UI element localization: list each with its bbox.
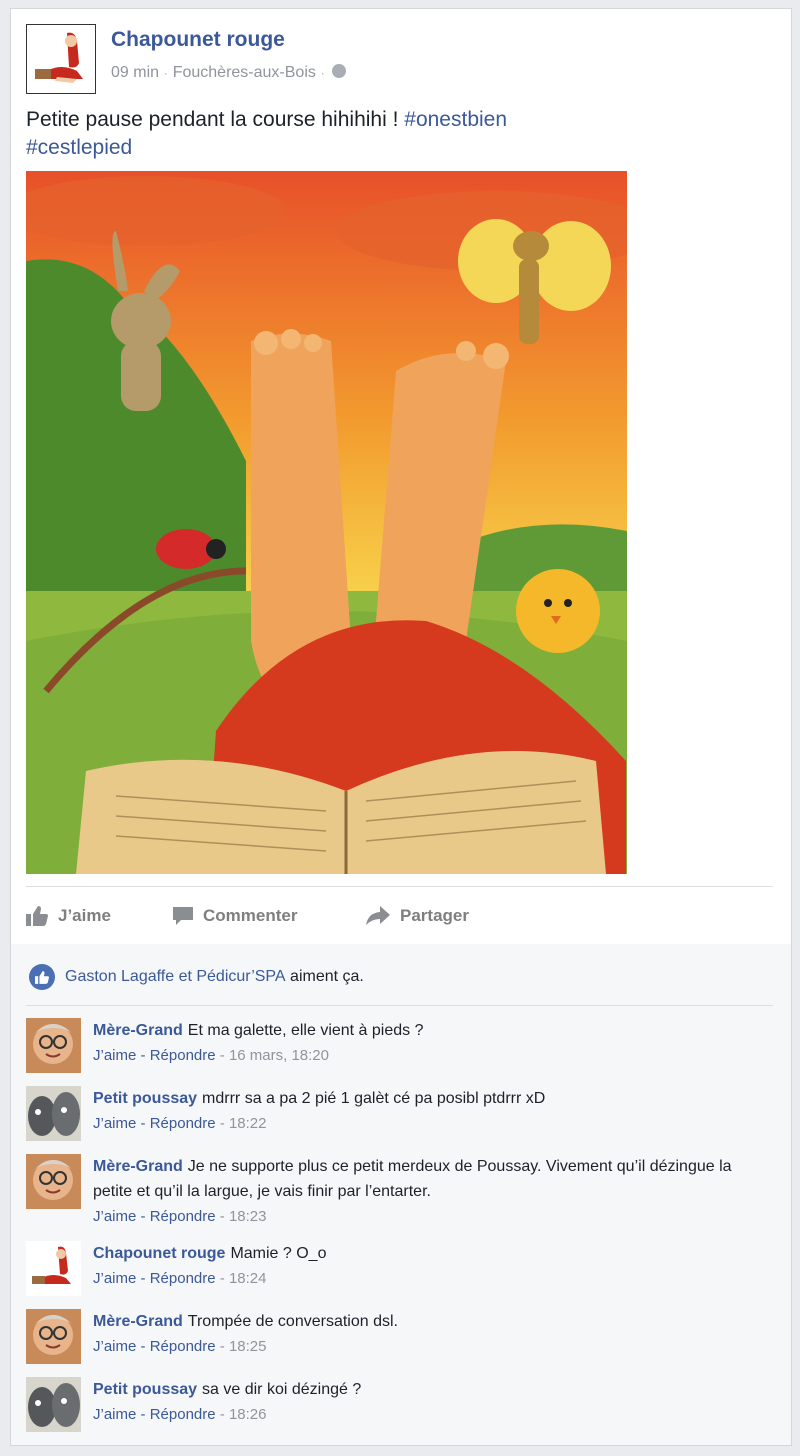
like-button[interactable]: J’aime: [26, 901, 111, 931]
like-badge-icon: [29, 964, 55, 990]
comment-author[interactable]: Mère-Grand: [93, 1158, 183, 1175]
post-footer: Gaston Lagaffe et Pédicur’SPA aiment ça.…: [11, 944, 791, 1445]
comment-reply-link[interactable]: Répondre: [150, 1208, 216, 1225]
separator: -: [136, 1208, 150, 1225]
comment-like-link[interactable]: J’aime: [93, 1338, 136, 1355]
comment-text-line: Chapounet rouge Mamie ? O_o: [93, 1241, 763, 1266]
comment-meta: J’aime - Répondre - 18:22: [93, 1114, 763, 1134]
hashtag-cestlepied[interactable]: #cestlepied: [26, 136, 132, 159]
comment-meta: J’aime - Répondre - 18:25: [93, 1337, 763, 1357]
comment-author[interactable]: Petit poussay: [93, 1090, 197, 1107]
comment-like-link[interactable]: J’aime: [93, 1406, 136, 1423]
comment-text: Et ma galette, elle vient à pieds ?: [187, 1022, 424, 1039]
separator: -: [136, 1115, 150, 1132]
comment-icon: [173, 907, 193, 925]
comment-meta: J’aime - Répondre - 18:26: [93, 1405, 763, 1425]
post-actions: J’aime Commenter Partager: [26, 901, 773, 931]
comment-text: mdrrr sa a pa 2 pié 1 galèt cé pa posibl…: [202, 1090, 546, 1107]
post-time[interactable]: 09 min: [111, 64, 159, 81]
separator: -: [215, 1270, 229, 1287]
comment-avatar[interactable]: [26, 1154, 81, 1209]
comment-text-line: Petit poussay sa ve dir koi dézingé ?: [93, 1377, 763, 1402]
comment-time[interactable]: 18:24: [229, 1270, 267, 1287]
comment-meta: J’aime - Répondre - 16 mars, 18:20: [93, 1046, 763, 1066]
likes-summary: Gaston Lagaffe et Pédicur’SPA aiment ça.: [29, 963, 364, 991]
comment-author[interactable]: Chapounet rouge: [93, 1245, 225, 1262]
comment-body: Mère-Grand Je ne supporte plus ce petit m…: [93, 1154, 763, 1227]
separator: -: [215, 1208, 229, 1225]
post-location[interactable]: Fouchères-aux-Bois: [173, 64, 316, 81]
comment-text: Mamie ? O_o: [230, 1245, 327, 1262]
share-button[interactable]: Partager: [366, 901, 469, 931]
comment-like-link[interactable]: J’aime: [93, 1208, 136, 1225]
comment-avatar[interactable]: [26, 1018, 81, 1073]
comment-author[interactable]: Petit poussay: [93, 1381, 197, 1398]
comment-author[interactable]: Mère-Grand: [93, 1022, 183, 1039]
comment-meta: J’aime - Répondre - 18:23: [93, 1207, 763, 1227]
comment-text-line: Mère-Grand Je ne supporte plus ce petit m…: [93, 1154, 763, 1204]
separator: -: [215, 1047, 229, 1064]
comment-time[interactable]: 16 mars, 18:20: [229, 1047, 329, 1064]
post-meta: 09 min · Fouchères-aux-Bois ·: [111, 64, 346, 82]
comment-time[interactable]: 18:25: [229, 1338, 267, 1355]
comment-text-line: Petit poussay mdrrr sa a pa 2 pié 1 galèt…: [93, 1086, 763, 1111]
post-card: Chapounet rouge 09 min · Fouchères-aux-Boi…: [10, 8, 792, 1446]
comment-button[interactable]: Commenter: [173, 901, 297, 931]
comment-avatar[interactable]: [26, 1241, 81, 1296]
comment-body: Petit poussay sa ve dir koi dézingé ? J’ai…: [93, 1377, 763, 1425]
comment-like-link[interactable]: J’aime: [93, 1270, 136, 1287]
comment-avatar[interactable]: [26, 1086, 81, 1141]
comment-time[interactable]: 18:26: [229, 1406, 267, 1423]
separator: -: [136, 1406, 150, 1423]
author-avatar[interactable]: [26, 24, 96, 94]
globe-icon: [331, 64, 346, 78]
comment-reply-link[interactable]: Répondre: [150, 1047, 216, 1064]
separator: -: [136, 1047, 150, 1064]
separator: -: [215, 1406, 229, 1423]
hashtag-onestbien[interactable]: #onestbien: [404, 108, 507, 131]
comment-text-line: Mère-Grand Trompée de conversation dsl.: [93, 1309, 763, 1334]
divider: [26, 1005, 773, 1006]
separator: -: [215, 1338, 229, 1355]
post-image[interactable]: [26, 171, 627, 874]
comment-time[interactable]: 18:22: [229, 1115, 267, 1132]
comment-body: Petit poussay mdrrr sa a pa 2 pié 1 galèt…: [93, 1086, 763, 1134]
comment-like-link[interactable]: J’aime: [93, 1047, 136, 1064]
post-author[interactable]: Chapounet rouge: [111, 28, 285, 52]
likers-link[interactable]: Gaston Lagaffe et Pédicur’SPA: [65, 968, 286, 986]
comment-reply-link[interactable]: Répondre: [150, 1270, 216, 1287]
comment-body: Chapounet rouge Mamie ? O_o J’aime - Répon…: [93, 1241, 763, 1289]
comment-avatar[interactable]: [26, 1377, 81, 1432]
post-text: Petite pause pendant la course hihihihi …: [26, 108, 508, 159]
comment-time[interactable]: 18:23: [229, 1208, 267, 1225]
comment-like-link[interactable]: J’aime: [93, 1115, 136, 1132]
share-arrow-icon: [366, 906, 390, 925]
comment-reply-link[interactable]: Répondre: [150, 1406, 216, 1423]
comment-author[interactable]: Mère-Grand: [93, 1313, 183, 1330]
comment-avatar[interactable]: [26, 1309, 81, 1364]
comment-text-line: Mère-Grand Et ma galette, elle vient à pi…: [93, 1018, 763, 1043]
divider: [26, 886, 773, 887]
comment-meta: J’aime - Répondre - 18:24: [93, 1269, 763, 1289]
thumbs-up-icon: [26, 906, 48, 926]
separator: -: [215, 1115, 229, 1132]
comment-text: Trompée de conversation dsl.: [187, 1313, 398, 1330]
separator: -: [136, 1338, 150, 1355]
separator: -: [136, 1270, 150, 1287]
comment-reply-link[interactable]: Répondre: [150, 1115, 216, 1132]
comment-text: sa ve dir koi dézingé ?: [202, 1381, 362, 1398]
comment-body: Mère-Grand Trompée de conversation dsl. J’…: [93, 1309, 763, 1357]
comment-reply-link[interactable]: Répondre: [150, 1338, 216, 1355]
comment-body: Mère-Grand Et ma galette, elle vient à pi…: [93, 1018, 763, 1066]
comment-text: Je ne supporte plus ce petit merdeux de …: [93, 1158, 732, 1200]
illustration-image: [26, 171, 627, 874]
